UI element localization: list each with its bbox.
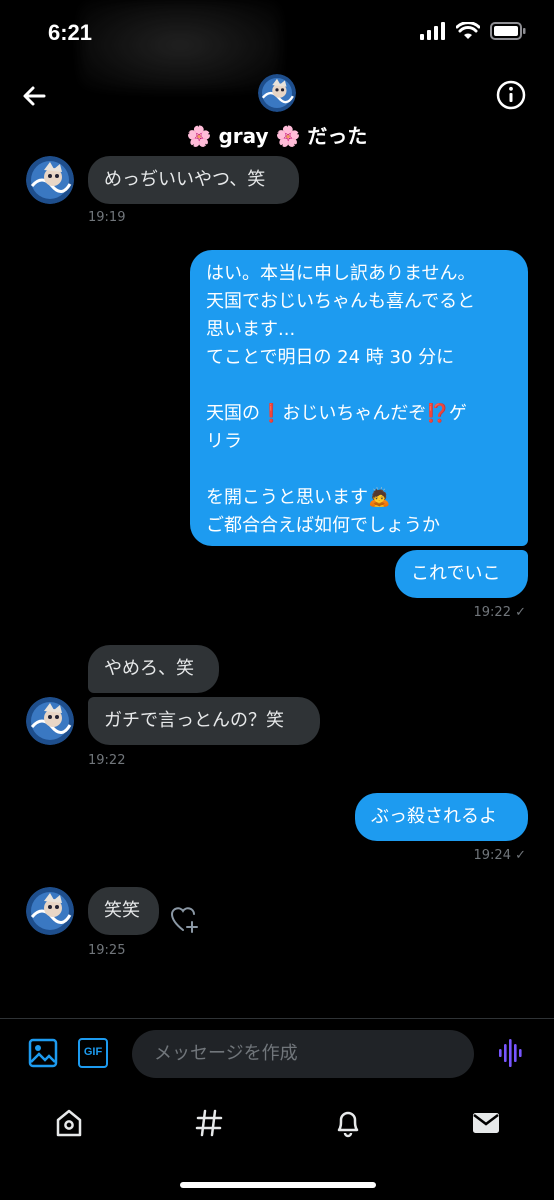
status-time: 6:21	[48, 20, 93, 45]
avatar[interactable]	[26, 887, 74, 935]
arrow-left-icon[interactable]	[18, 80, 50, 112]
message-bubble-outgoing[interactable]: ぶっ殺されるよ	[355, 793, 528, 841]
battery-icon	[490, 22, 526, 40]
avatar[interactable]	[26, 697, 74, 745]
conversation-title[interactable]: 🌸 gray 🌸 だった	[0, 120, 554, 149]
signal-icon	[420, 22, 445, 40]
image-icon[interactable]	[28, 1038, 58, 1068]
message-timestamp: 19:25	[88, 943, 126, 958]
envelope-icon[interactable]	[471, 1108, 501, 1138]
bell-icon[interactable]	[333, 1108, 363, 1138]
voice-wave-icon[interactable]	[498, 1038, 524, 1068]
message-timestamp: 19:24 ✓	[473, 848, 527, 863]
message-composer: GIF メッセージを作成	[0, 1026, 554, 1082]
message-bubble-incoming[interactable]: 笑笑	[88, 887, 159, 935]
gif-button[interactable]: GIF	[78, 1038, 108, 1068]
message-bubble-incoming[interactable]: やめろ、笑	[88, 645, 219, 693]
bottom-navigation	[0, 1098, 554, 1148]
message-bubble-outgoing[interactable]: はい。本当に申し訳ありません。 天国でおじいちゃんも喜んでると 思います... …	[190, 250, 528, 546]
status-icons	[420, 22, 526, 40]
message-bubble-outgoing[interactable]: これでいこ	[395, 550, 528, 598]
home-icon[interactable]	[54, 1108, 84, 1138]
message-timestamp: 19:22 ✓	[473, 605, 527, 620]
message-timestamp: 19:22	[88, 753, 126, 768]
avatar[interactable]	[26, 156, 74, 204]
avatar-image	[26, 697, 74, 745]
header-avatar[interactable]	[258, 74, 296, 112]
info-icon[interactable]	[496, 80, 526, 110]
hashtag-icon[interactable]	[194, 1108, 224, 1138]
avatar-image	[258, 74, 296, 112]
divider	[0, 1018, 554, 1019]
status-bar: 6:21	[0, 0, 554, 90]
message-bubble-incoming[interactable]: ガチで言っとんの？笑	[88, 697, 320, 745]
avatar-image	[26, 156, 74, 204]
home-indicator	[180, 1182, 376, 1188]
message-input[interactable]: メッセージを作成	[132, 1030, 474, 1078]
message-timestamp: 19:19	[88, 210, 126, 225]
wifi-icon	[456, 22, 480, 39]
message-bubble-incoming[interactable]: めっぢいいやつ、笑	[88, 156, 299, 204]
avatar-image	[26, 887, 74, 935]
conversation-header: 🌸 gray 🌸 だった	[0, 62, 554, 158]
heart-plus-icon[interactable]	[170, 905, 202, 935]
